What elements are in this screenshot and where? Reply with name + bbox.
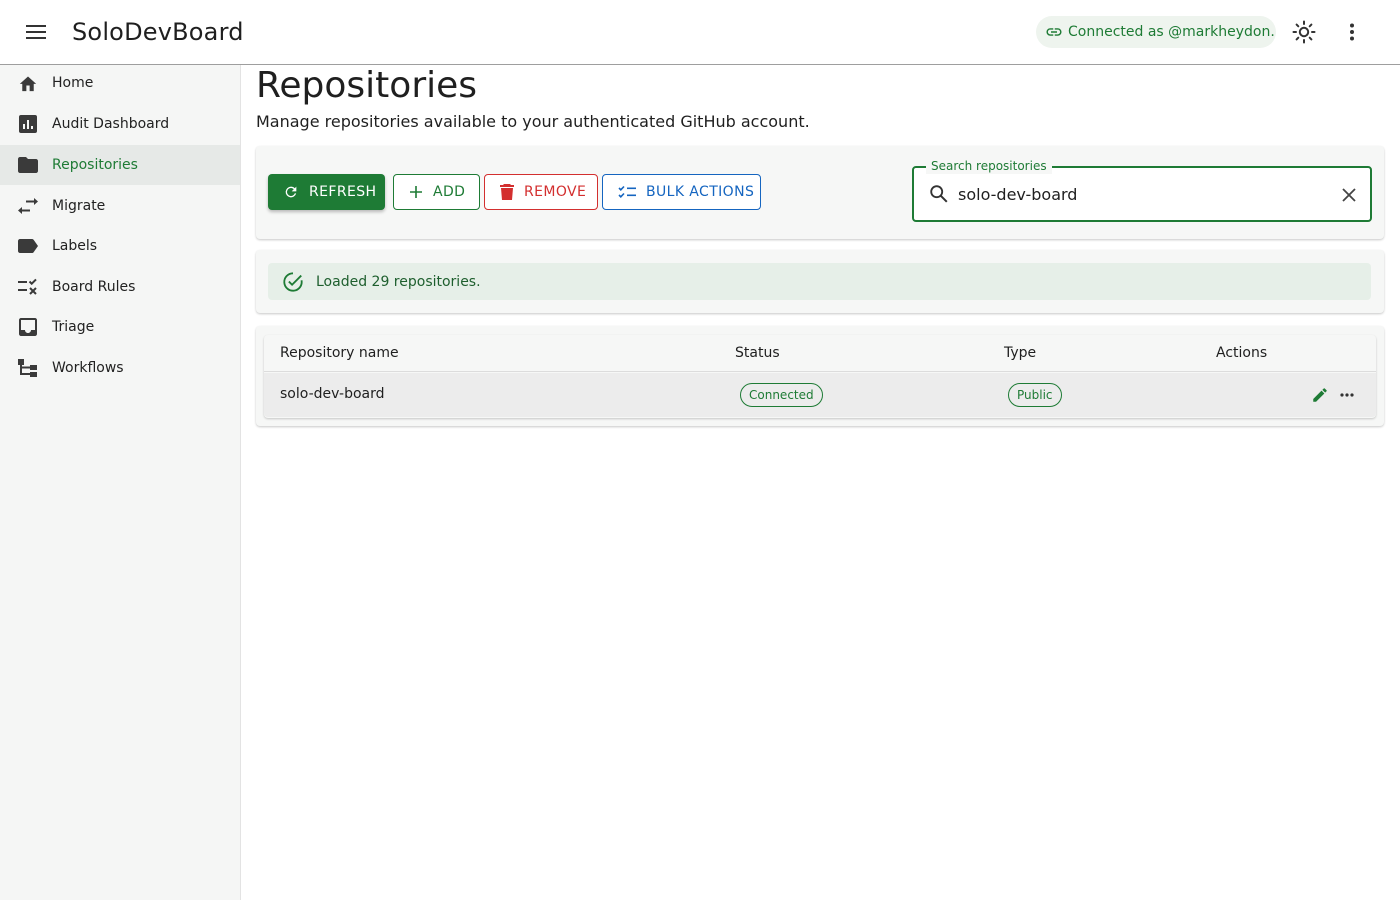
sidebar-item-migrate[interactable]: Migrate — [0, 186, 240, 226]
column-header-type[interactable]: Type — [1004, 345, 1036, 361]
link-icon — [1046, 28, 1062, 36]
chart-icon — [18, 114, 38, 134]
sidebar-item-label: Triage — [52, 319, 95, 335]
bulk-actions-label: BULK ACTIONS — [646, 184, 755, 200]
success-alert: Loaded 29 repositories. — [268, 263, 1371, 300]
connection-status-chip: Connected as @markheydon. — [1036, 16, 1276, 48]
sidebar-item-label: Workflows — [52, 360, 124, 376]
sidebar-item-board-rules[interactable]: Board Rules — [0, 267, 240, 307]
swap-icon — [18, 196, 38, 216]
refresh-button[interactable]: REFRESH — [268, 174, 385, 210]
more-vert-icon[interactable] — [1336, 16, 1368, 48]
alert-card: Loaded 29 repositories. — [256, 250, 1384, 313]
repositories-table: Repository name Status Type Actions solo… — [264, 335, 1376, 418]
sidebar-item-audit-dashboard[interactable]: Audit Dashboard — [0, 104, 240, 144]
trash-icon — [500, 184, 514, 200]
label-icon — [18, 236, 38, 256]
plus-icon — [410, 186, 422, 198]
page-title: Repositories — [256, 65, 478, 106]
workflow-icon — [18, 358, 38, 378]
remove-button[interactable]: REMOVE — [484, 174, 598, 210]
app-bar: SoloDevBoard Connected as @markheydon. — [0, 0, 1400, 65]
add-label: ADD — [433, 184, 466, 200]
refresh-label: REFRESH — [309, 184, 377, 200]
bulk-actions-button[interactable]: BULK ACTIONS — [602, 174, 761, 210]
edit-pencil-icon[interactable] — [1310, 385, 1330, 405]
table-header: Repository name Status Type Actions — [264, 335, 1376, 372]
type-badge: Public — [1008, 383, 1062, 407]
column-header-status[interactable]: Status — [735, 345, 780, 361]
search-field[interactable]: Search repositories — [912, 158, 1372, 222]
sidebar-item-label: Repositories — [52, 157, 138, 173]
add-button[interactable]: ADD — [393, 174, 480, 210]
page-subtitle: Manage repositories available to your au… — [256, 112, 810, 131]
inbox-icon — [18, 317, 38, 337]
toolbar-card: REFRESH ADD REMOVE BULK ACTIONS Search r… — [256, 146, 1384, 239]
search-input[interactable] — [958, 182, 1318, 206]
home-icon — [18, 73, 38, 93]
remove-label: REMOVE — [524, 184, 587, 200]
table-row[interactable]: solo-dev-board Connected Public — [264, 373, 1376, 417]
sidebar-item-label: Board Rules — [52, 279, 136, 295]
app-title: SoloDevBoard — [72, 18, 244, 46]
more-horiz-icon[interactable] — [1337, 385, 1357, 405]
sidebar-item-label: Home — [52, 75, 94, 91]
checklist-icon — [618, 185, 636, 198]
repositories-table-card: Repository name Status Type Actions solo… — [256, 326, 1384, 426]
clear-icon[interactable] — [1338, 184, 1360, 206]
search-label: Search repositories — [926, 158, 1052, 174]
sidebar-item-label: Audit Dashboard — [52, 116, 170, 132]
column-header-repository-name[interactable]: Repository name — [280, 345, 399, 361]
sidebar-item-labels[interactable]: Labels — [0, 226, 240, 266]
rule-icon — [18, 277, 38, 297]
refresh-icon — [285, 186, 297, 198]
status-badge: Connected — [740, 383, 823, 407]
theme-toggle-sun-icon[interactable] — [1288, 16, 1320, 48]
folder-icon — [18, 155, 38, 175]
sidebar: Home Audit Dashboard Repositories Migrat… — [0, 65, 241, 900]
connection-status-label: Connected as @markheydon. — [1068, 24, 1275, 40]
menu-icon[interactable] — [20, 16, 52, 48]
repository-name-cell: solo-dev-board — [280, 386, 385, 402]
sidebar-item-label: Migrate — [52, 198, 106, 214]
sidebar-item-repositories[interactable]: Repositories — [0, 145, 240, 185]
search-icon — [928, 183, 950, 205]
check-circle-icon — [283, 271, 303, 292]
column-header-actions: Actions — [1216, 345, 1268, 361]
sidebar-item-triage[interactable]: Triage — [0, 307, 240, 347]
sidebar-item-label: Labels — [52, 238, 98, 254]
alert-message: Loaded 29 repositories. — [316, 273, 481, 290]
sidebar-item-workflows[interactable]: Workflows — [0, 348, 240, 388]
sidebar-item-home[interactable]: Home — [0, 63, 240, 103]
